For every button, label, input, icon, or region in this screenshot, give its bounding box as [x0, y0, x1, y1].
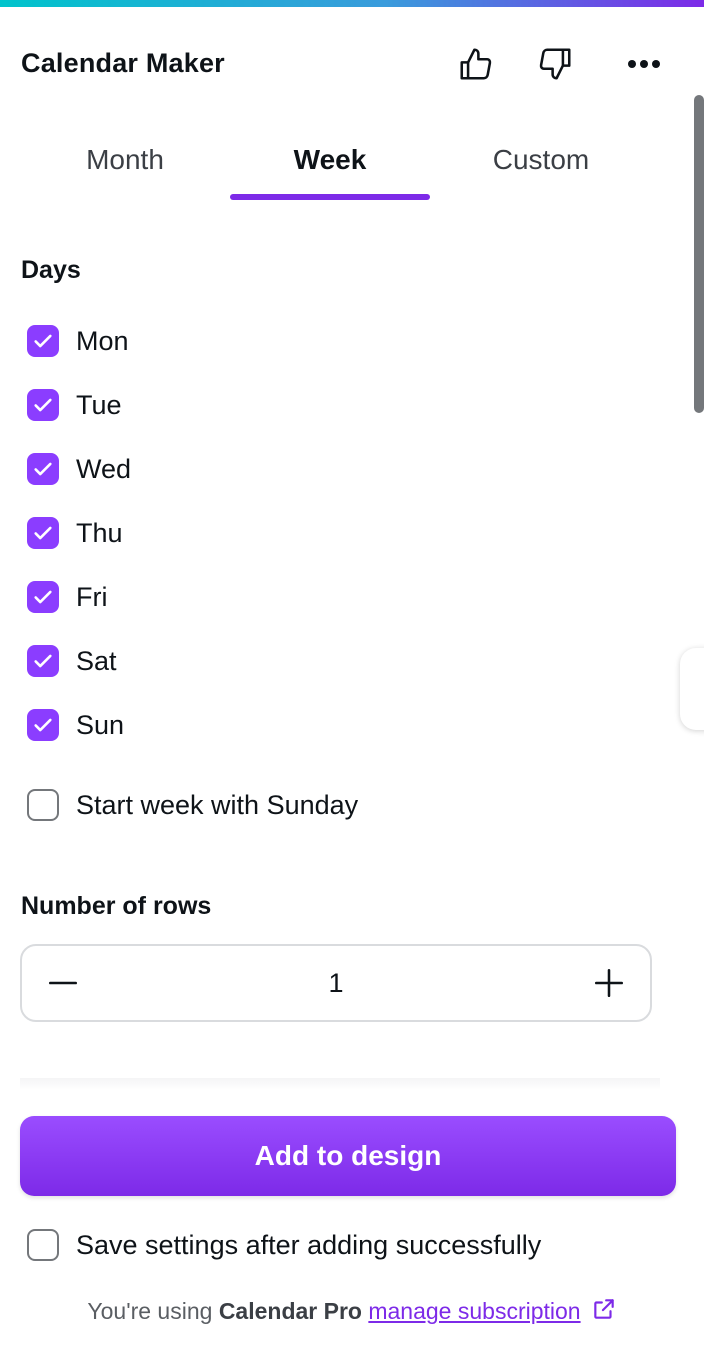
rows-value[interactable]: 1: [122, 968, 550, 999]
save-settings-label: Save settings after adding successfully: [76, 1229, 542, 1260]
tab-custom[interactable]: Custom: [430, 144, 652, 176]
minus-icon: [48, 981, 78, 985]
day-checkbox-wed[interactable]: Wed: [27, 449, 131, 489]
checkbox-checked-icon: [27, 581, 59, 613]
checkbox-unchecked-icon: [27, 1229, 59, 1261]
app-title: Calendar Maker: [21, 48, 225, 78]
top-accent-bar: [0, 0, 704, 7]
more-options-icon: [628, 60, 660, 68]
manage-subscription-link[interactable]: manage subscription: [368, 1298, 580, 1324]
day-label: Thu: [76, 517, 123, 548]
day-checkbox-sat[interactable]: Sat: [27, 641, 117, 681]
day-checkbox-sun[interactable]: Sun: [27, 705, 124, 745]
rows-stepper: 1: [20, 944, 652, 1022]
checkbox-checked-icon: [27, 709, 59, 741]
footer-prefix: You're using: [87, 1298, 219, 1324]
thumbs-down-button[interactable]: [531, 40, 579, 88]
checkbox-checked-icon: [27, 517, 59, 549]
day-label: Wed: [76, 453, 132, 484]
checkbox-checked-icon: [27, 645, 59, 677]
checkbox-checked-icon: [27, 325, 59, 357]
tab-week[interactable]: Week: [230, 144, 430, 176]
rows-section-title: Number of rows: [21, 892, 212, 920]
checkbox-unchecked-icon: [27, 789, 59, 821]
checkbox-checked-icon: [27, 453, 59, 485]
external-link-icon[interactable]: [591, 1296, 617, 1328]
day-label: Tue: [76, 389, 122, 420]
subscription-footer: You're using Calendar Pro manage subscri…: [0, 1296, 704, 1328]
day-checkbox-thu[interactable]: Thu: [27, 513, 123, 553]
tab-month[interactable]: Month: [20, 144, 230, 176]
days-section-title: Days: [21, 256, 81, 284]
scrollbar-thumb[interactable]: [694, 95, 704, 413]
tab-bar: Month Week Custom: [20, 140, 650, 202]
increment-button[interactable]: [570, 946, 648, 1020]
decrement-button[interactable]: [24, 946, 102, 1020]
more-options-button[interactable]: [620, 40, 668, 88]
day-label: Sat: [76, 645, 117, 676]
scroll-fade: [20, 1078, 660, 1090]
save-settings-checkbox[interactable]: Save settings after adding successfully: [27, 1225, 541, 1265]
start-week-sunday-label: Start week with Sunday: [76, 789, 359, 820]
day-label: Sun: [76, 709, 125, 740]
day-checkbox-tue[interactable]: Tue: [27, 385, 122, 425]
plan-name: Calendar Pro: [218, 1298, 362, 1324]
thumbs-up-icon: [460, 48, 492, 80]
day-checkbox-mon[interactable]: Mon: [27, 321, 129, 361]
day-checkbox-fri[interactable]: Fri: [27, 577, 107, 617]
manage-subscription-label: manage subscription: [368, 1298, 581, 1324]
thumbs-down-icon: [539, 48, 571, 80]
plus-icon: [594, 968, 624, 998]
day-label: Fri: [76, 581, 108, 612]
checkbox-checked-icon: [27, 389, 59, 421]
active-tab-indicator: [230, 194, 430, 200]
day-label: Mon: [76, 325, 129, 356]
add-to-design-button[interactable]: Add to design: [20, 1116, 676, 1196]
start-week-sunday-checkbox[interactable]: Start week with Sunday: [27, 785, 358, 825]
thumbs-up-button[interactable]: [452, 40, 500, 88]
side-panel-handle[interactable]: [680, 648, 704, 730]
